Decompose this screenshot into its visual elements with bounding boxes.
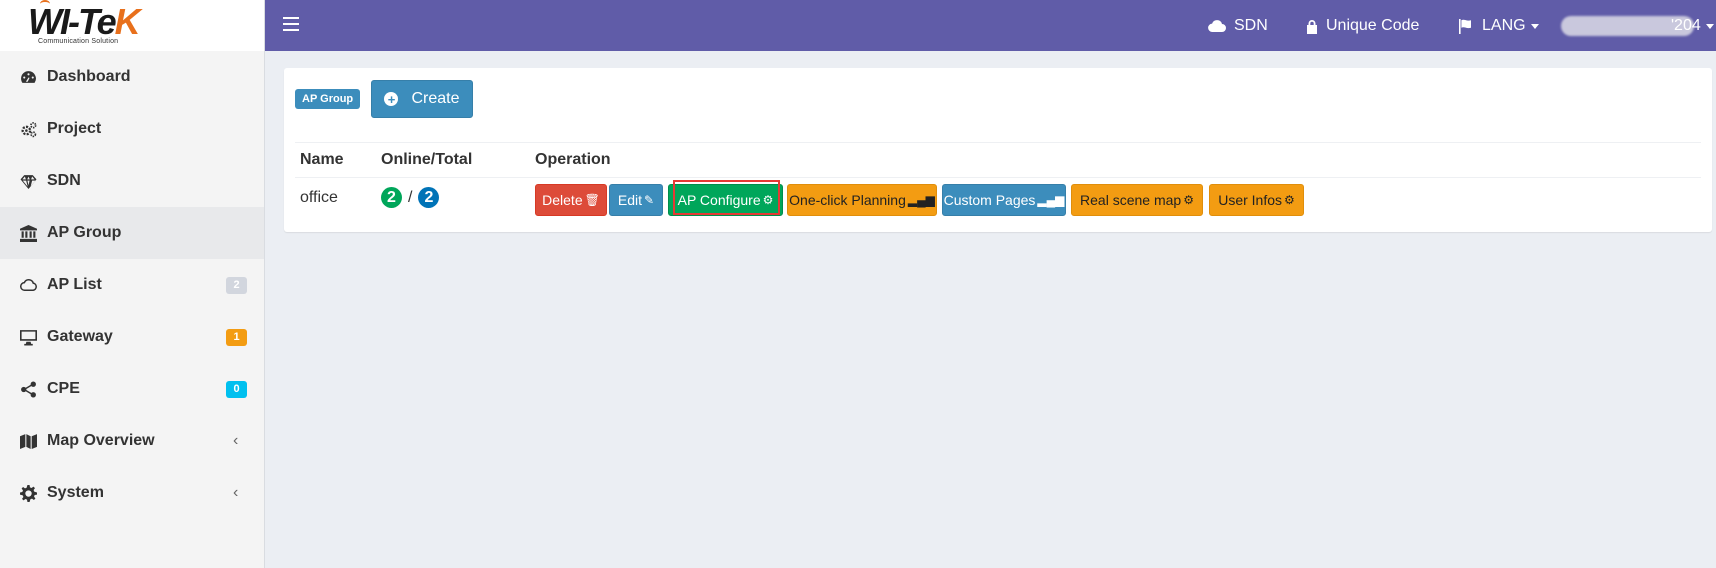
sidebar-item-label: SDN [47,172,81,189]
gear-icon: ⚙ [1183,193,1194,207]
edit-button-label: Edit [617,192,643,208]
online-total-counts: 2 / 2 [381,187,440,208]
user-infos-button-label: User Infos [1218,192,1283,208]
cloud-icon [1208,20,1226,33]
map-icon [19,433,37,449]
create-button[interactable]: + Create [371,80,473,118]
gear-icon: ⚙ [1284,193,1295,207]
cloud-icon [19,277,37,293]
trash-icon: 🗑 [584,193,600,207]
sidebar: WI-TeK Communication Solution Dashboard … [0,0,265,568]
unique-code-link[interactable]: Unique Code [1306,17,1419,35]
language-dropdown[interactable]: LANG [1458,17,1539,35]
table-divider [295,142,1701,143]
share-icon [19,381,37,397]
caret-down-icon [1530,23,1539,29]
sidebar-item-project[interactable]: Project [0,103,264,155]
table-divider [295,177,1701,178]
real-scene-map-button[interactable]: Real scene map ⚙ [1071,184,1203,216]
ap-group-label-badge: AP Group [295,89,361,109]
ap-configure-button-label: AP Configure [677,192,761,208]
bank-icon [19,224,37,242]
diamond-icon [19,173,37,189]
logo-tagline: Communication Solution [38,38,119,45]
cpe-count-badge: 0 [226,380,247,398]
ap-list-count-badge: 2 [226,276,247,294]
hamburger-menu-icon[interactable] [283,17,299,31]
one-click-planning-button-label: One-click Planning [789,192,906,208]
pencil-icon: ✎ [644,193,655,207]
caret-down-icon [1705,23,1714,29]
user-infos-button[interactable]: User Infos ⚙ [1209,184,1304,216]
language-label: LANG [1482,17,1526,34]
sidebar-item-map-overview[interactable]: Map Overview ‹ [0,415,264,467]
sidebar-item-ap-list[interactable]: AP List 2 [0,259,264,311]
unique-code-label: Unique Code [1326,17,1420,34]
sidebar-item-label: AP Group [47,224,122,241]
sidebar-item-ap-group[interactable]: AP Group [0,207,264,259]
flag-icon [1459,18,1471,34]
edit-button[interactable]: Edit ✎ [609,184,663,216]
row-name: office [300,189,338,206]
sidebar-item-label: Gateway [47,328,113,345]
logo-text: WI-Te [28,1,117,42]
sidebar-item-label: AP List [47,276,102,293]
logo-text-accent: K [114,1,141,42]
ap-group-panel: AP Group + Create Name Online/Total Oper… [284,68,1712,232]
top-navbar: SDN Unique Code LANG '204 [265,0,1716,51]
sidebar-item-label: Map Overview [47,432,155,449]
custom-pages-button[interactable]: Custom Pages ▂▄▆ [942,184,1066,216]
one-click-planning-button[interactable]: One-click Planning ▂▄▆ [787,184,937,216]
dashboard-icon [19,69,37,85]
column-header-operation: Operation [535,151,611,168]
logo[interactable]: WI-TeK Communication Solution [0,0,264,51]
create-button-label: Create [411,90,460,107]
sidebar-item-label: Dashboard [47,68,131,85]
custom-pages-button-label: Custom Pages [943,192,1036,208]
delete-button-label: Delete [542,192,583,208]
lock-icon [1307,19,1317,34]
gears-icon [19,121,37,137]
online-count-badge: 2 [381,187,402,208]
column-header-name: Name [300,151,344,168]
sidebar-item-gateway[interactable]: Gateway 1 [0,311,264,363]
delete-button[interactable]: Delete 🗑 [535,184,607,216]
signal-icon: ▂▄▆ [907,193,935,207]
sidebar-item-label: Project [47,120,102,137]
chevron-left-icon[interactable]: ‹ [233,432,238,450]
plus-circle-icon: + [384,92,399,106]
sidebar-item-dashboard[interactable]: Dashboard [0,51,264,103]
sdn-label: SDN [1234,17,1268,34]
sidebar-item-label: System [47,484,104,501]
sidebar-item-system[interactable]: System ‹ [0,467,264,519]
desktop-icon [19,329,37,345]
chevron-left-icon[interactable]: ‹ [233,484,238,502]
user-menu[interactable]: '204 [1671,17,1714,35]
signal-icon: ▂▄▆ [1037,193,1065,207]
user-name-suffix: '204 [1671,17,1701,34]
real-scene-map-button-label: Real scene map [1080,192,1182,208]
gear-icon: ⚙ [762,193,774,207]
sidebar-item-label: CPE [47,380,80,397]
column-header-online-total: Online/Total [381,151,473,168]
sidebar-nav: Dashboard Project SDN AP Group AP List 2… [0,51,264,519]
total-count-badge: 2 [418,187,440,208]
gear-icon [19,484,37,502]
ap-configure-button[interactable]: AP Configure ⚙ [668,184,783,216]
sidebar-item-sdn[interactable]: SDN [0,155,264,207]
sdn-link[interactable]: SDN [1208,17,1268,35]
gateway-count-badge: 1 [226,328,247,346]
sidebar-item-cpe[interactable]: CPE 0 [0,363,264,415]
